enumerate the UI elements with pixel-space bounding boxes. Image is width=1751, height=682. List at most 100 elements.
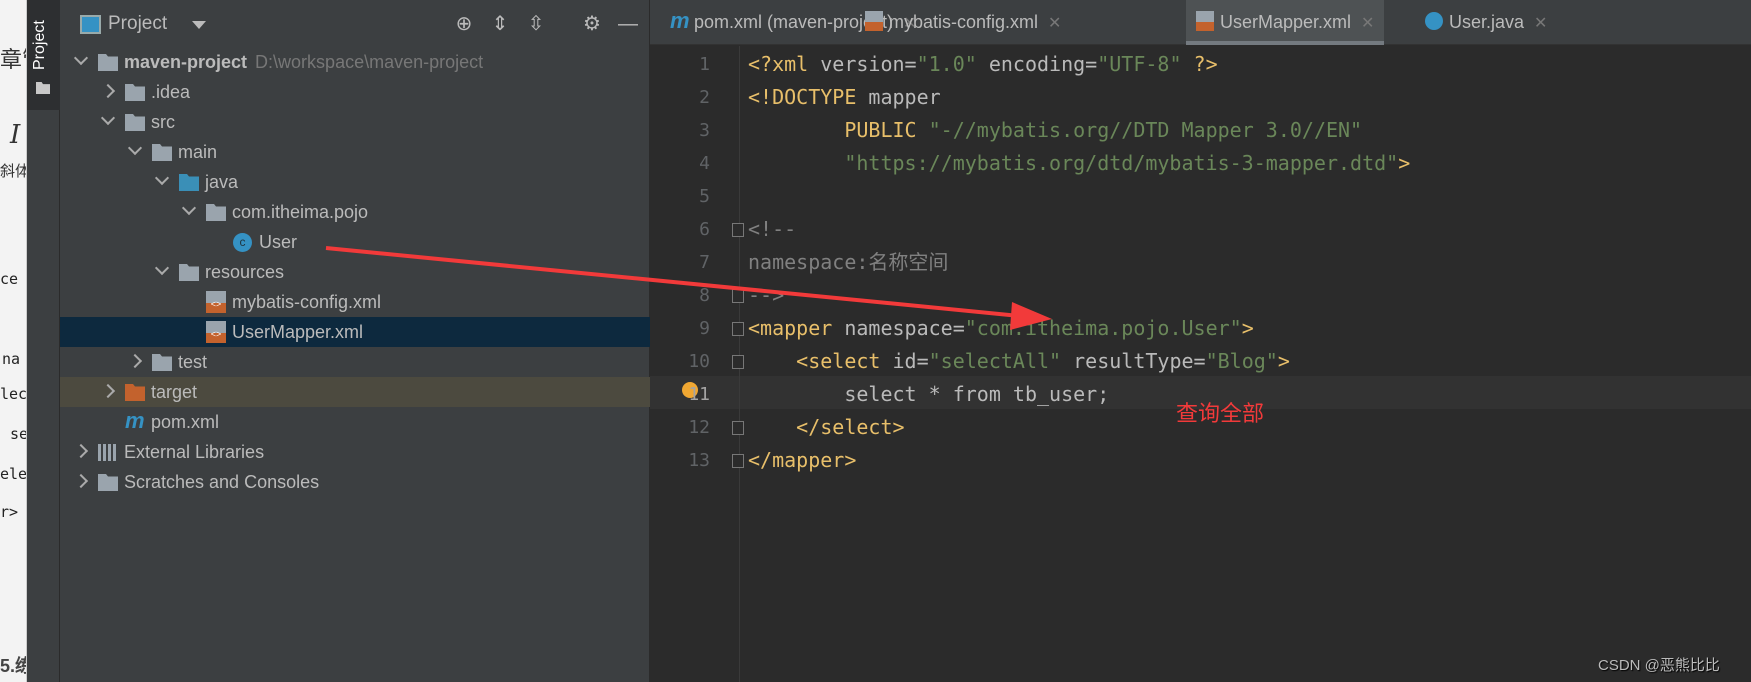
- code-line: <!DOCTYPE mapper: [748, 81, 941, 114]
- tree-item-label: Scratches and Consoles: [124, 472, 320, 492]
- expand-all-icon[interactable]: ⇕: [488, 12, 512, 36]
- code-token: id=: [892, 349, 929, 373]
- code-token: "Blog": [1205, 349, 1278, 373]
- close-icon[interactable]: ✕: [1048, 15, 1061, 32]
- code-token: "1.0": [916, 52, 977, 76]
- class-icon: c: [233, 233, 252, 252]
- tree-item[interactable]: com.itheima.pojo: [60, 197, 650, 227]
- editor-tab[interactable]: User.java ✕: [1415, 0, 1557, 45]
- tree-item[interactable]: .idea: [60, 77, 650, 107]
- code-token: >: [1398, 151, 1411, 175]
- project-panel: Project ⊕ ⇕ ⇳ ⚙ — maven-project D:\worksp…: [60, 0, 650, 682]
- chevron-right-icon[interactable]: [73, 473, 89, 489]
- project-tool-tab[interactable]: Project: [27, 0, 60, 110]
- tree-item-label: pom.xml: [151, 412, 220, 432]
- tab-label: UserMapper.xml: [1220, 12, 1352, 32]
- folder-icon: [36, 82, 50, 94]
- code-line: <?xml version="1.0" encoding="UTF-8" ?>: [748, 48, 1218, 81]
- annotation-note: 查询全部: [1176, 401, 1265, 426]
- xml-icon: [865, 11, 883, 32]
- code-editor[interactable]: 1 <?xml version="1.0" encoding="UTF-8" ?>…: [650, 46, 1751, 682]
- xml-icon: <>: [206, 321, 226, 343]
- tree-item-label: maven-project: [124, 52, 248, 72]
- line-number: 1: [699, 54, 710, 75]
- tree-item-label: test: [178, 352, 208, 372]
- code-token: ?>: [1181, 52, 1218, 76]
- fold-marker-icon[interactable]: [732, 421, 744, 435]
- code-token: resultType=: [1061, 349, 1206, 373]
- fold-marker-icon[interactable]: [732, 454, 744, 468]
- chevron-down-icon[interactable]: [73, 50, 89, 66]
- line-number: 4: [699, 153, 710, 174]
- fold-marker-icon[interactable]: [732, 289, 744, 303]
- tree-item[interactable]: <> UserMapper.xml: [60, 317, 650, 347]
- chevron-down-icon[interactable]: [154, 170, 170, 186]
- doc-fragment: 5.练: [0, 656, 26, 676]
- fold-marker-icon[interactable]: [732, 223, 744, 237]
- xml-icon: [1196, 11, 1214, 32]
- tab-label: mybatis-config.xml: [889, 12, 1039, 32]
- code-token: "com.itheima.pojo.User": [964, 316, 1242, 340]
- fold-marker-icon[interactable]: [732, 322, 744, 336]
- chevron-down-icon[interactable]: [154, 260, 170, 276]
- tab-label: User.java: [1449, 12, 1525, 32]
- line-number: 7: [699, 252, 710, 273]
- tree-item[interactable]: m pom.xml: [60, 407, 650, 437]
- tree-item[interactable]: maven-project D:\workspace\maven-project: [60, 47, 650, 77]
- project-path: D:\workspace\maven-project: [255, 52, 484, 72]
- tree-item[interactable]: main: [60, 137, 650, 167]
- code-token: select * from tb_user;: [748, 382, 1110, 406]
- minimize-icon[interactable]: —: [616, 12, 640, 36]
- folder-icon: [152, 354, 172, 371]
- chevron-right-icon[interactable]: [127, 353, 143, 369]
- chevron-down-icon[interactable]: [181, 200, 197, 216]
- collapse-all-icon[interactable]: ⇳: [524, 12, 548, 36]
- tree-item[interactable]: External Libraries: [60, 437, 650, 467]
- tree-item[interactable]: Scratches and Consoles: [60, 467, 650, 497]
- project-tab-label: Project: [31, 20, 48, 70]
- folder-icon: [152, 144, 172, 161]
- tree-item[interactable]: c User: [60, 227, 650, 257]
- tree-item[interactable]: target: [60, 377, 650, 407]
- close-icon[interactable]: ✕: [1534, 15, 1547, 32]
- gear-icon[interactable]: ⚙: [580, 12, 604, 36]
- fold-marker-icon[interactable]: [732, 355, 744, 369]
- close-icon[interactable]: ✕: [1361, 15, 1374, 32]
- chevron-down-icon[interactable]: [100, 110, 116, 126]
- code-token: namespace:名称空间: [748, 250, 949, 274]
- tree-item[interactable]: java: [60, 167, 650, 197]
- code-token: >: [1241, 316, 1254, 340]
- tree-item-label: main: [178, 142, 218, 162]
- code-token: <!DOCTYPE: [748, 85, 869, 109]
- tree-item-label: .idea: [151, 82, 191, 102]
- chevron-down-icon[interactable]: [127, 140, 143, 156]
- chevron-right-icon[interactable]: [73, 443, 89, 459]
- tree-item[interactable]: src: [60, 107, 650, 137]
- project-panel-title[interactable]: Project: [108, 13, 167, 35]
- locate-icon[interactable]: ⊕: [452, 12, 476, 36]
- doc-fragment: ce: [0, 270, 19, 288]
- code-token: "https://mybatis.org/dtd/mybatis-3-mappe…: [844, 151, 1399, 175]
- code-line: </select>: [748, 411, 904, 444]
- chevron-down-icon[interactable]: [192, 21, 206, 29]
- chevron-right-icon[interactable]: [100, 383, 116, 399]
- editor-tab[interactable]: UserMapper.xml ✕: [1186, 0, 1385, 45]
- code-line: select * from tb_user;: [748, 378, 1109, 411]
- tree-item-label: target: [151, 382, 198, 402]
- tree-item[interactable]: resources: [60, 257, 650, 287]
- line-number: 10: [688, 351, 710, 372]
- editor-tab[interactable]: mybatis-config.xml ✕: [855, 0, 1071, 45]
- tree-item[interactable]: <> mybatis-config.xml: [60, 287, 650, 317]
- chevron-right-icon[interactable]: [100, 83, 116, 99]
- tree-item[interactable]: test: [60, 347, 650, 377]
- doc-fragment: ele: [0, 465, 27, 483]
- code-token: PUBLIC: [844, 118, 929, 142]
- project-view-icon: [80, 15, 101, 34]
- excluded-folder-icon: [125, 384, 145, 401]
- code-token: "selectAll": [928, 349, 1062, 373]
- code-line: -->: [748, 279, 784, 312]
- tree-item-label: src: [151, 112, 175, 132]
